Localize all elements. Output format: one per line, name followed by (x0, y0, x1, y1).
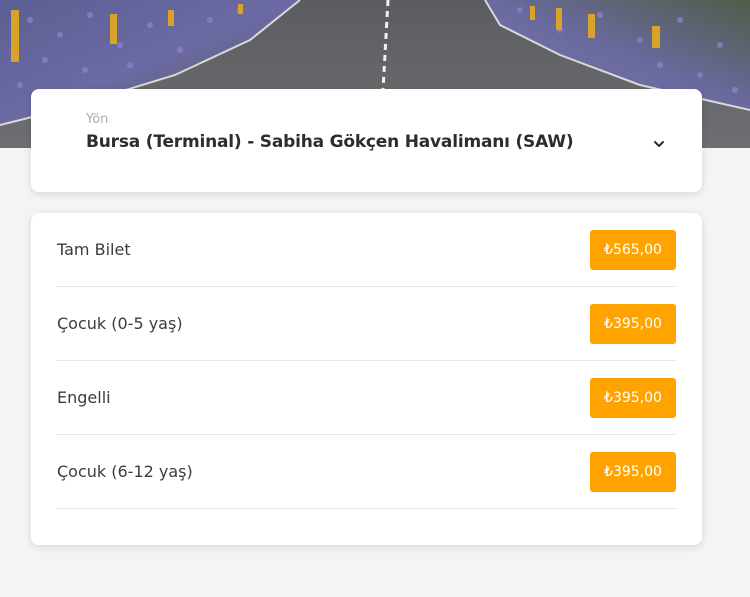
chevron-down-icon[interactable] (653, 139, 665, 149)
price-row-cocuk-6-12: Çocuk (6-12 yaş) ₺395,00 (57, 435, 676, 509)
ticket-type-label: Tam Bilet (57, 240, 131, 259)
price-row-engelli: Engelli ₺395,00 (57, 361, 676, 435)
price-button[interactable]: ₺395,00 (590, 304, 676, 344)
ticket-type-label: Çocuk (0-5 yaş) (57, 314, 183, 333)
route-selector[interactable]: Yön Bursa (Terminal) - Sabiha Gökçen Hav… (31, 89, 702, 192)
route-value: Bursa (Terminal) - Sabiha Gökçen Havalim… (86, 132, 574, 152)
ticket-type-label: Engelli (57, 388, 111, 407)
page: Yön Bursa (Terminal) - Sabiha Gökçen Hav… (0, 0, 750, 597)
ticket-type-label: Çocuk (6-12 yaş) (57, 462, 193, 481)
price-row-cocuk-0-5: Çocuk (0-5 yaş) ₺395,00 (57, 287, 676, 361)
price-button[interactable]: ₺395,00 (590, 378, 676, 418)
price-button[interactable]: ₺395,00 (590, 452, 676, 492)
price-list: Tam Bilet ₺565,00 Çocuk (0-5 yaş) ₺395,0… (31, 213, 702, 545)
price-button[interactable]: ₺565,00 (590, 230, 676, 270)
price-row-tam-bilet: Tam Bilet ₺565,00 (57, 213, 676, 287)
route-label: Yön (86, 112, 109, 127)
